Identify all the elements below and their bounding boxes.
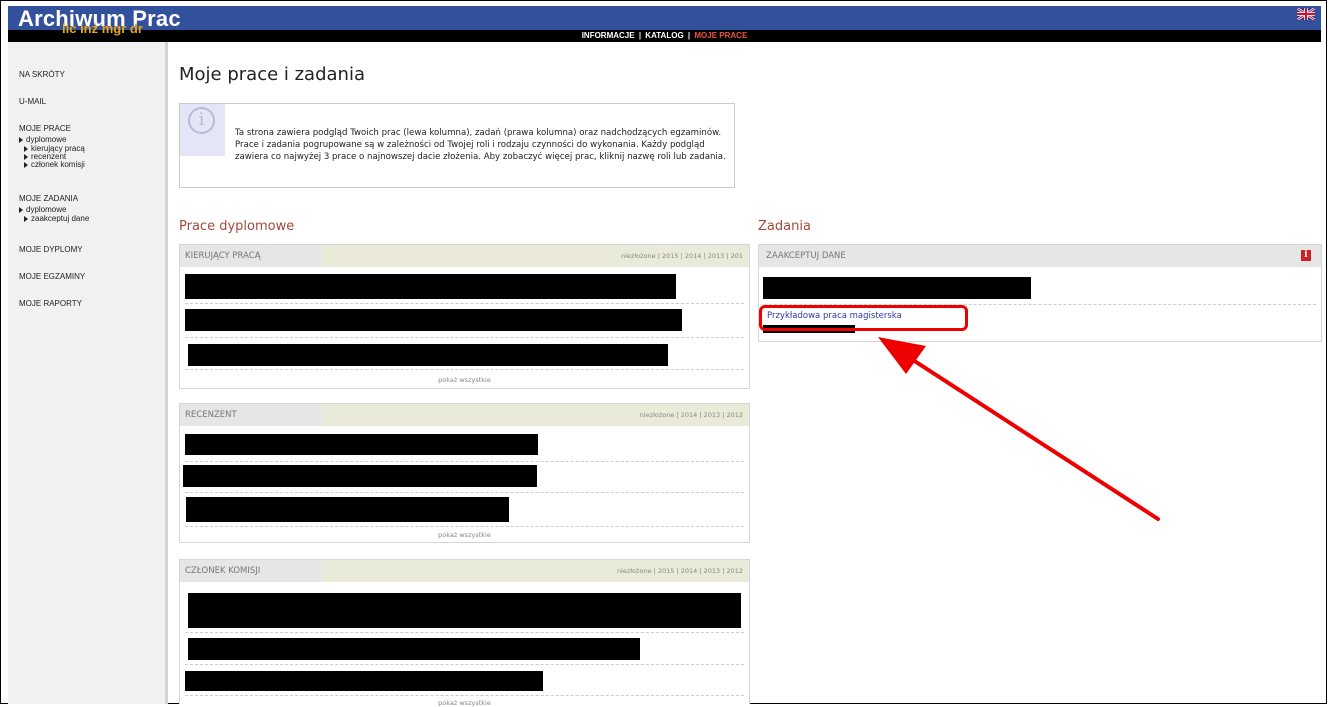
annotation-arrow <box>878 337 1160 521</box>
